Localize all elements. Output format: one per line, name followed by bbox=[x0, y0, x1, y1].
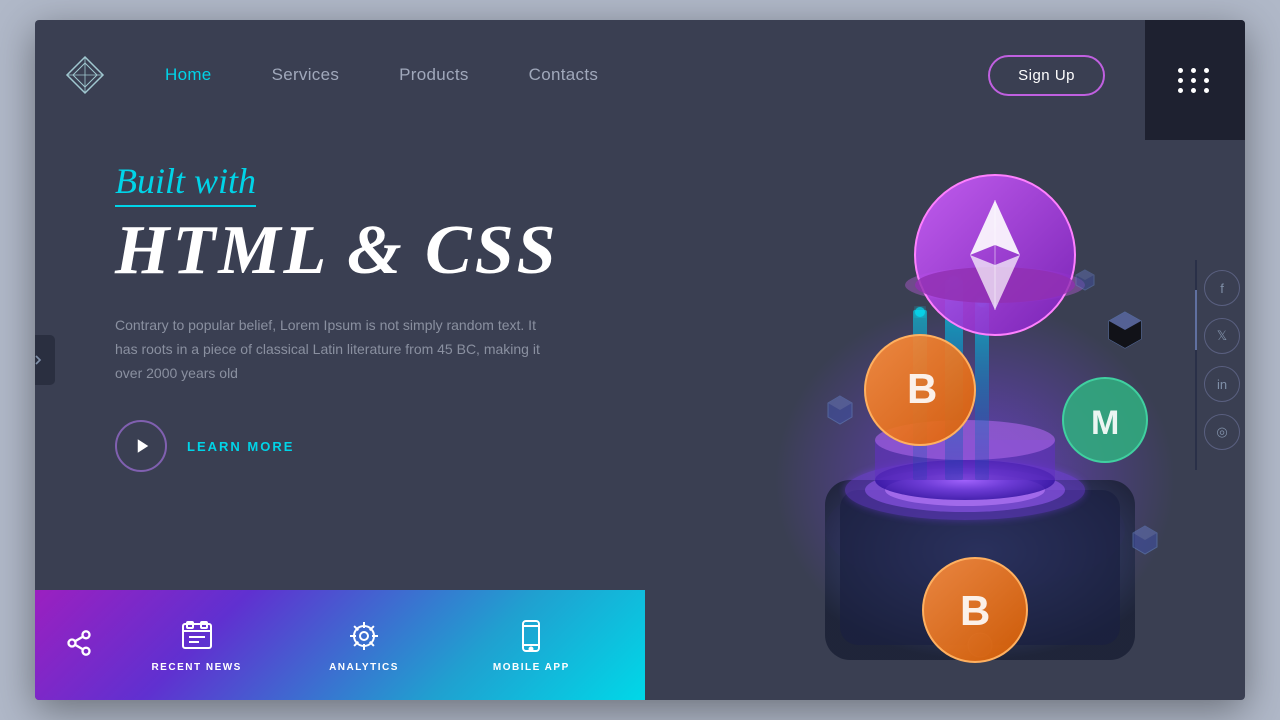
social-sidebar: f 𝕏 in ◎ bbox=[1204, 270, 1245, 450]
hero-section: Built with HTML & CSS Contrary to popula… bbox=[35, 130, 1245, 590]
svg-text:B: B bbox=[960, 587, 990, 634]
hero-description: Contrary to popular belief, Lorem Ipsum … bbox=[115, 314, 545, 385]
recent-news-item[interactable]: RECENT NEWS bbox=[113, 618, 280, 673]
svg-text:B: B bbox=[907, 365, 937, 412]
grid-menu-icon bbox=[1178, 68, 1212, 93]
nav-products[interactable]: Products bbox=[399, 65, 469, 85]
menu-panel[interactable] bbox=[1145, 20, 1245, 140]
bottom-bar: RECENT NEWS ANALYTICS bbox=[35, 590, 645, 700]
twitter-link[interactable]: 𝕏 bbox=[1204, 318, 1240, 354]
nav-contacts[interactable]: Contacts bbox=[529, 65, 599, 85]
share-icon[interactable] bbox=[65, 629, 93, 662]
svg-text:M: M bbox=[1091, 404, 1119, 442]
logo[interactable] bbox=[65, 55, 105, 95]
learn-more-link[interactable]: LEARN MORE bbox=[187, 439, 294, 454]
navbar: Home Services Products Contacts Sign Up bbox=[35, 20, 1245, 130]
analytics-item[interactable]: ANALYTICS bbox=[280, 618, 447, 673]
built-with-text: Built with bbox=[115, 160, 256, 207]
mobile-app-item[interactable]: MOBILE APP bbox=[448, 618, 615, 673]
mobile-app-label: MOBILE APP bbox=[493, 662, 570, 673]
page-container: Home Services Products Contacts Sign Up … bbox=[35, 20, 1245, 700]
scrollbar[interactable] bbox=[1195, 260, 1197, 470]
hero-content: Built with HTML & CSS Contrary to popula… bbox=[35, 150, 701, 590]
cta-row: LEARN MORE bbox=[115, 420, 671, 472]
analytics-label: ANALYTICS bbox=[329, 662, 399, 673]
hero-illustration: B M B bbox=[665, 100, 1215, 680]
recent-news-label: RECENT NEWS bbox=[151, 662, 241, 673]
nav-home[interactable]: Home bbox=[165, 65, 212, 85]
linkedin-link[interactable]: in bbox=[1204, 366, 1240, 402]
signup-button[interactable]: Sign Up bbox=[988, 55, 1105, 96]
play-button[interactable] bbox=[115, 420, 167, 472]
scrollbar-thumb[interactable] bbox=[1195, 290, 1197, 350]
scroll-left-indicator[interactable] bbox=[35, 335, 55, 385]
main-title: HTML & CSS bbox=[115, 212, 671, 289]
main-window: Home Services Products Contacts Sign Up … bbox=[35, 20, 1245, 700]
facebook-link[interactable]: f bbox=[1204, 270, 1240, 306]
nav-links: Home Services Products Contacts bbox=[165, 65, 988, 85]
instagram-link[interactable]: ◎ bbox=[1204, 414, 1240, 450]
nav-services[interactable]: Services bbox=[272, 65, 340, 85]
